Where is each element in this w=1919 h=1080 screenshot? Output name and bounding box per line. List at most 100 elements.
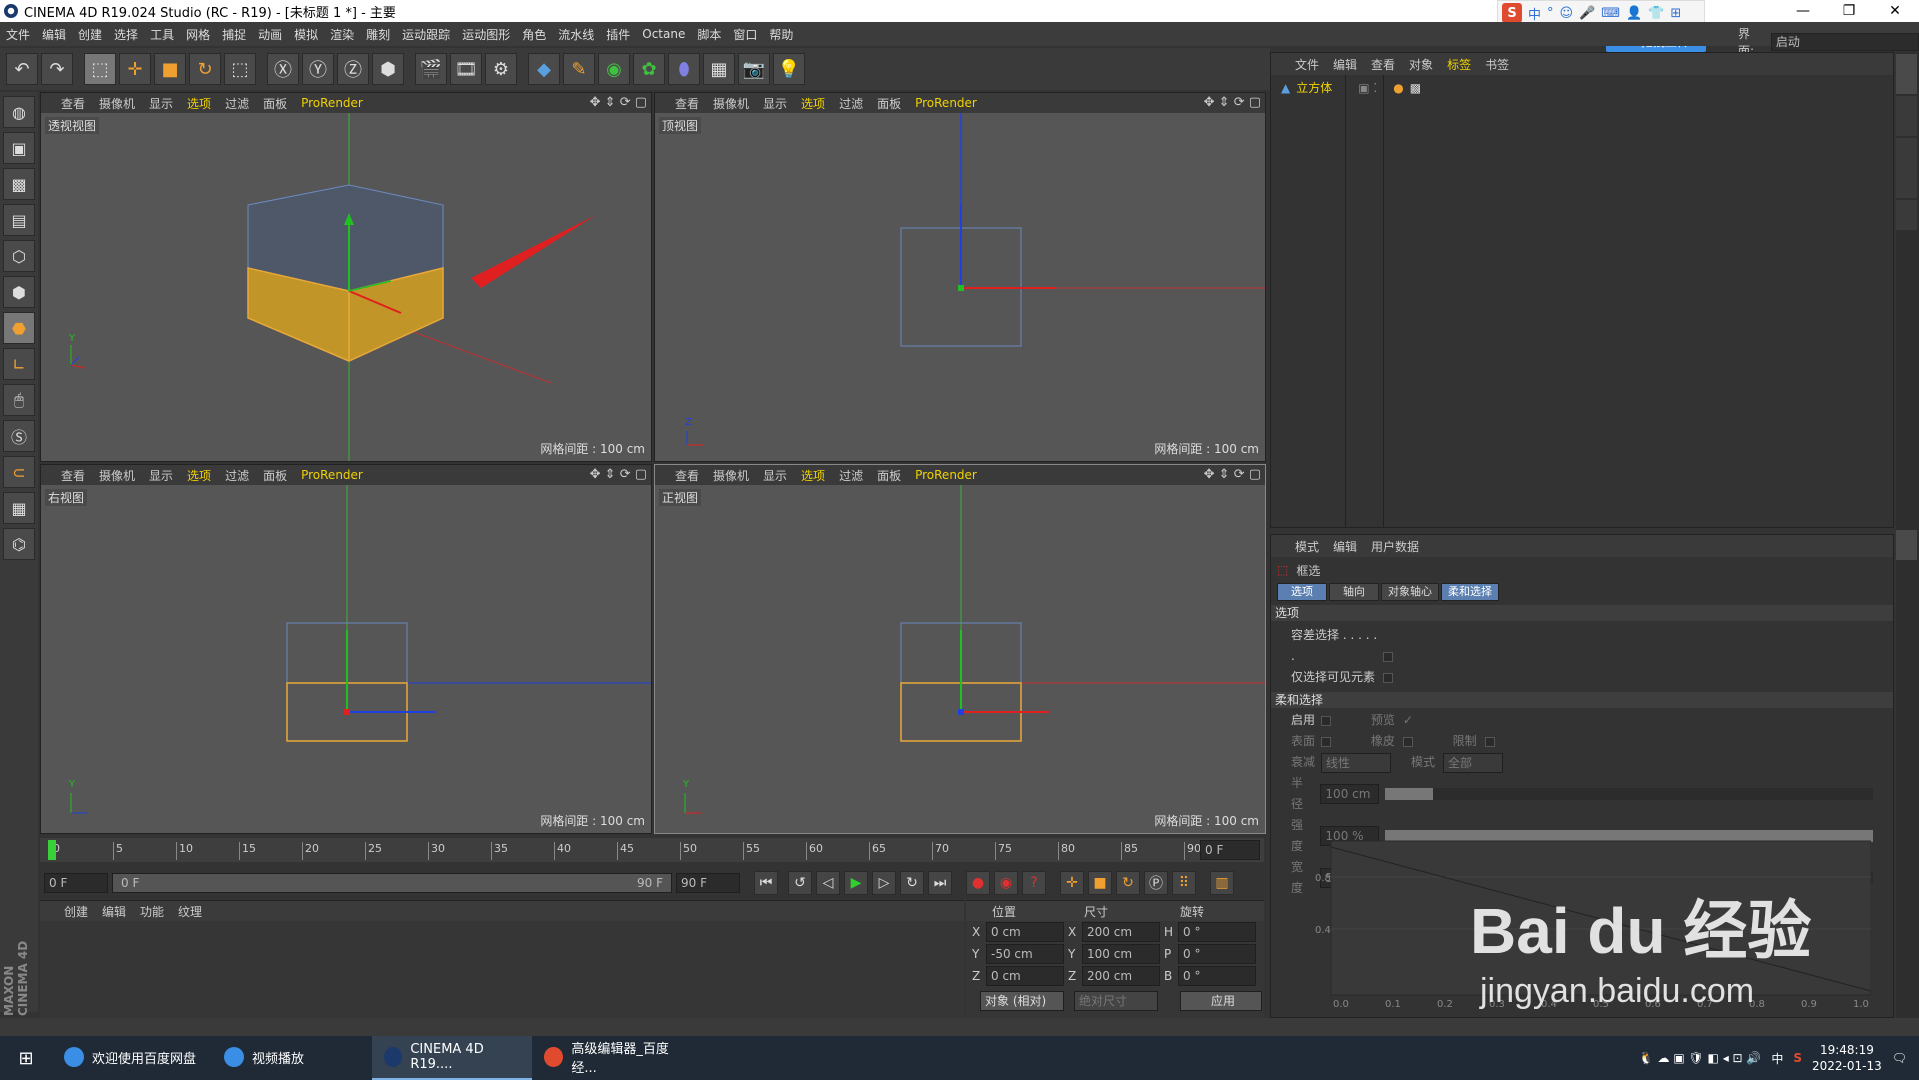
current-frame-field[interactable]: 0 F — [1200, 840, 1260, 860]
vp-menu-options[interactable]: 选项 — [187, 467, 211, 484]
vp-menu-display[interactable]: 显示 — [149, 95, 173, 112]
vp-menu-display[interactable]: 显示 — [763, 95, 787, 112]
viewport-nav-icons[interactable]: ✥ ⇕ ⟳ ▢ — [590, 95, 647, 110]
vp-menu-panel[interactable]: 面板 — [263, 467, 287, 484]
size-mode-dropdown[interactable]: 绝对尺寸 — [1074, 991, 1158, 1011]
snap-icon[interactable]: Ⓢ — [3, 420, 35, 452]
preview-check-icon[interactable]: ✓ — [1403, 713, 1413, 727]
coord-position-field[interactable]: 0 cm — [986, 922, 1064, 942]
x-axis-lock-icon[interactable]: Ⓧ — [267, 53, 299, 85]
layout-dropdown[interactable]: 启动 — [1770, 33, 1919, 51]
viewport-nav-icons[interactable]: ✥ ⇕ ⟳ ▢ — [590, 467, 647, 482]
tolerant-select-checkbox[interactable] — [1382, 651, 1393, 662]
side-tab-structure[interactable] — [1896, 200, 1917, 230]
coord-size-field[interactable]: 100 cm — [1082, 944, 1160, 964]
menu-item[interactable]: 插件 — [600, 26, 636, 43]
start-frame-field[interactable]: 0 F — [44, 873, 108, 893]
play-icon[interactable]: ▶ — [844, 871, 868, 895]
menu-item[interactable]: 捕捉 — [216, 26, 252, 43]
tray-icons[interactable]: 🐧 ☁ ▣ 🛡 ◧ ◂ ⊡ 🔊 — [1639, 1051, 1762, 1065]
ime-lang-toggle[interactable]: 中 — [1528, 4, 1541, 23]
input-lang-indicator[interactable]: 中 — [1771, 1050, 1783, 1067]
move-tool-icon[interactable]: ✛ — [119, 53, 151, 85]
vp-menu-display[interactable]: 显示 — [149, 467, 173, 484]
minimize-button[interactable]: — — [1780, 0, 1826, 22]
material-tag-icon[interactable]: ▩ — [1410, 81, 1421, 95]
camera-icon[interactable]: 📷 — [738, 53, 770, 85]
vp-menu-panel[interactable]: 面板 — [263, 95, 287, 112]
render-picture-viewer-icon[interactable]: 🎞 — [450, 53, 482, 85]
obj-menu-object[interactable]: 对象 — [1409, 56, 1433, 73]
ime-skin-icon[interactable]: 👕 — [1648, 6, 1664, 21]
light-icon[interactable]: 💡 — [773, 53, 805, 85]
vp-menu-filter[interactable]: 过滤 — [839, 95, 863, 112]
front-canvas[interactable]: Y — [655, 485, 1266, 834]
key-rotation-icon[interactable]: ↻ — [1116, 871, 1140, 895]
menu-item[interactable]: 流水线 — [552, 26, 600, 43]
obj-menu-bookmarks[interactable]: 书签 — [1485, 56, 1509, 73]
top-canvas[interactable]: Z — [655, 113, 1266, 462]
key-param-icon[interactable]: Ⓟ — [1144, 871, 1168, 895]
vp-menu-display[interactable]: 显示 — [763, 467, 787, 484]
object-row-cube[interactable]: ▲ 立方体 ▣ ⁚ ● ▩ — [1281, 79, 1421, 96]
vp-menu-options[interactable]: 选项 — [801, 467, 825, 484]
key-pla-icon[interactable]: ⠿ — [1172, 871, 1196, 895]
radius-slider[interactable] — [1385, 788, 1873, 800]
tab-axis[interactable]: 轴向 — [1329, 583, 1379, 601]
restrict-checkbox[interactable] — [1484, 736, 1495, 747]
enable-checkbox[interactable] — [1321, 715, 1331, 726]
obj-menu-file[interactable]: 文件 — [1295, 56, 1319, 73]
tab-soft-selection[interactable]: 柔和选择 — [1441, 583, 1499, 601]
vp-menu-filter[interactable]: 过滤 — [225, 467, 249, 484]
menu-item[interactable]: 工具 — [144, 26, 180, 43]
menu-item[interactable]: 选择 — [108, 26, 144, 43]
attr-menu-edit[interactable]: 编辑 — [1333, 538, 1357, 555]
viewport-front[interactable]: 查看 摄像机 显示 选项 过滤 面板 ProRender ✥ ⇕ ⟳ ▢ Y 正… — [654, 464, 1266, 834]
tab-object-axis[interactable]: 对象轴心 — [1381, 583, 1439, 601]
sogou-ime-icon[interactable]: S — [1502, 3, 1522, 23]
coord-mode-dropdown[interactable]: 对象 (相对) — [980, 991, 1064, 1011]
goto-start-icon[interactable]: ⏮ — [754, 871, 778, 895]
perspective-canvas[interactable]: Y — [41, 113, 652, 462]
obj-menu-view[interactable]: 查看 — [1371, 56, 1395, 73]
y-axis-lock-icon[interactable]: Ⓨ — [302, 53, 334, 85]
preview-range-slider[interactable]: 0 F 90 F — [112, 873, 672, 893]
coord-size-field[interactable]: 200 cm — [1082, 922, 1160, 942]
deformer-icon[interactable]: ⬮ — [668, 53, 700, 85]
notification-icon[interactable]: 🗨 — [1892, 1051, 1907, 1065]
falloff-dropdown[interactable]: 线性 — [1321, 752, 1391, 773]
vp-menu-camera[interactable]: 摄像机 — [99, 95, 135, 112]
viewport-perspective[interactable]: 查看 摄像机 显示 选项 过滤 面板 ProRender ✥ ⇕ ⟳ ▢ Y 透… — [40, 92, 652, 462]
coord-position-field[interactable]: -50 cm — [986, 944, 1064, 964]
menu-item[interactable]: 网格 — [180, 26, 216, 43]
pen-spline-icon[interactable]: ✎ — [563, 53, 595, 85]
phong-tag-icon[interactable]: ● — [1393, 81, 1403, 95]
step-back-icon[interactable]: ◁ — [816, 871, 840, 895]
vp-menu-view[interactable]: 查看 — [61, 95, 85, 112]
tweak-mode-icon[interactable]: 🖱 — [3, 384, 35, 416]
taskbar-item[interactable]: 视频播放 — [212, 1036, 372, 1080]
redo-icon[interactable]: ↷ — [41, 53, 73, 85]
record-keys-icon[interactable]: ● — [966, 871, 990, 895]
taskbar-item[interactable]: 欢迎使用百度网盘 — [52, 1036, 212, 1080]
make-editable-icon[interactable]: ◍ — [3, 96, 35, 128]
coord-size-field[interactable]: 200 cm — [1082, 966, 1160, 986]
mat-menu-create[interactable]: 创建 — [64, 903, 88, 920]
planar-workplane-icon[interactable]: ⌬ — [3, 528, 35, 560]
vp-menu-view[interactable]: 查看 — [61, 467, 85, 484]
viewport-right[interactable]: 查看 摄像机 显示 选项 过滤 面板 ProRender ✥ ⇕ ⟳ ▢ Y 右… — [40, 464, 652, 834]
coord-rotation-field[interactable]: 0 ° — [1178, 966, 1256, 986]
model-mode-icon[interactable]: ▣ — [3, 132, 35, 164]
ime-emoji-icon[interactable]: ☺ — [1560, 6, 1574, 21]
end-frame-field[interactable]: 90 F — [676, 873, 740, 893]
coord-position-field[interactable]: 0 cm — [986, 966, 1064, 986]
vp-menu-camera[interactable]: 摄像机 — [713, 95, 749, 112]
menu-item[interactable]: 雕刻 — [360, 26, 396, 43]
vp-menu-filter[interactable]: 过滤 — [839, 467, 863, 484]
vp-menu-view[interactable]: 查看 — [675, 95, 699, 112]
scale-tool-icon[interactable]: ■ — [154, 53, 186, 85]
mat-menu-edit[interactable]: 编辑 — [102, 903, 126, 920]
vp-menu-camera[interactable]: 摄像机 — [99, 467, 135, 484]
apply-button[interactable]: 应用 — [1180, 991, 1262, 1011]
vp-menu-prorender[interactable]: ProRender — [915, 468, 977, 482]
